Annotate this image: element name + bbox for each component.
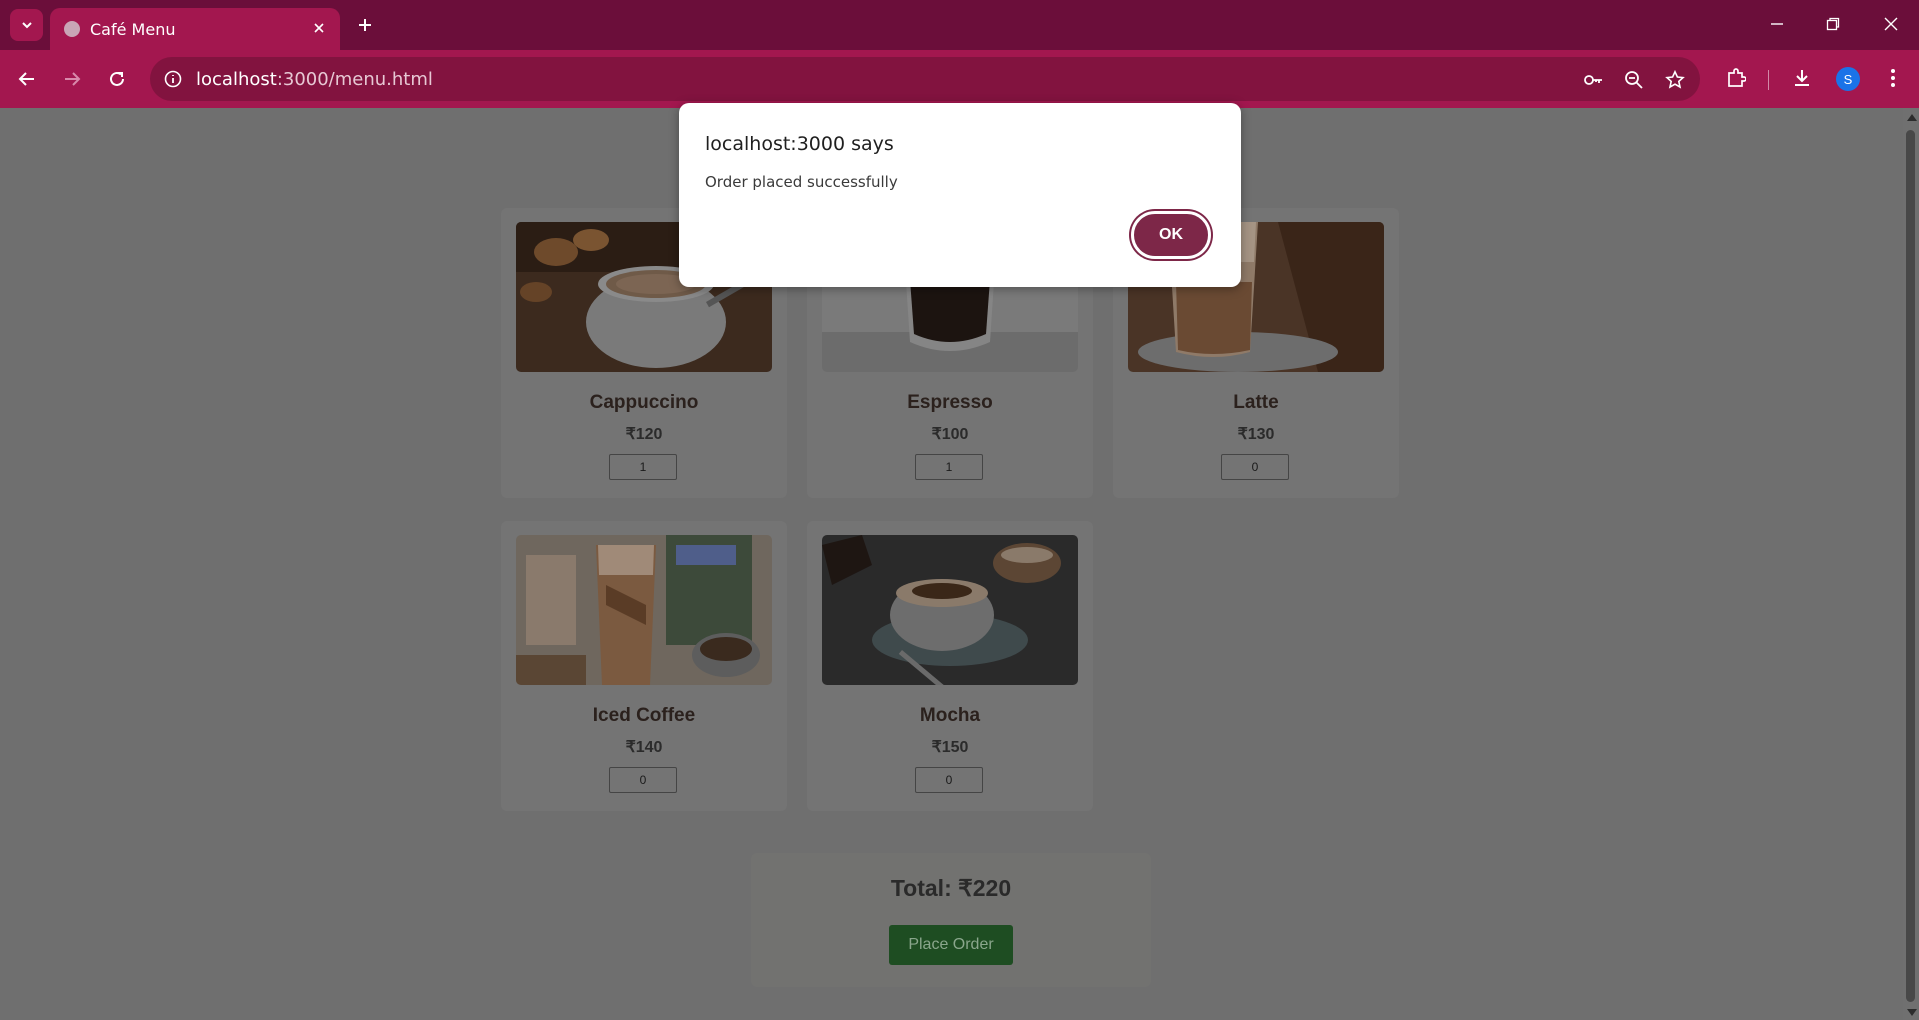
back-button[interactable] (10, 62, 44, 96)
puzzle-icon (1728, 68, 1746, 87)
chevron-down-icon (21, 22, 32, 29)
close-icon (314, 23, 324, 33)
url-path: :3000/menu.html (276, 69, 433, 90)
address-bar[interactable]: localhost:3000/menu.html (150, 57, 1700, 101)
quantity-input[interactable]: 1 (609, 454, 677, 480)
reload-button[interactable] (100, 62, 134, 96)
site-info-button[interactable] (162, 68, 184, 90)
arrow-left-icon (18, 72, 34, 86)
download-icon (1795, 70, 1809, 86)
info-icon (164, 70, 182, 88)
forward-button[interactable] (55, 62, 89, 96)
quantity-input[interactable]: 0 (915, 767, 983, 793)
item-name: Espresso (907, 392, 993, 413)
item-name: Cappuccino (589, 392, 699, 413)
browser-toolbar: localhost:3000/menu.html S (0, 50, 1919, 108)
tab-title: Café Menu (90, 20, 176, 39)
place-order-button[interactable]: Place Order (889, 925, 1013, 965)
item-name: Mocha (919, 705, 981, 726)
item-name: Iced Coffee (592, 705, 696, 726)
alert-dialog: localhost:3000 says Order placed success… (679, 103, 1241, 287)
tab-strip: Café Menu (0, 0, 1919, 50)
profile-avatar[interactable]: S (1836, 67, 1860, 91)
toolbar-separator (1768, 70, 1769, 90)
extensions-button[interactable] (1720, 62, 1752, 94)
close-icon (1884, 17, 1898, 31)
new-tab-button[interactable] (352, 12, 378, 38)
item-price: ₹140 (625, 739, 663, 756)
quantity-input[interactable]: 0 (609, 767, 677, 793)
scroll-down-arrow[interactable] (1907, 1009, 1917, 1016)
item-price: ₹120 (625, 426, 663, 443)
close-window-button[interactable] (1874, 8, 1908, 40)
menu-card-iced-coffee: Iced Coffee ₹140 0 (501, 521, 787, 811)
scroll-up-arrow[interactable] (1907, 114, 1917, 121)
key-icon (1584, 75, 1602, 85)
dialog-title: localhost:3000 says (705, 133, 894, 155)
zoom-button[interactable] (1621, 67, 1647, 93)
tab-close-button[interactable] (308, 17, 330, 39)
ok-button[interactable]: OK (1131, 211, 1211, 259)
reload-icon (110, 71, 124, 86)
bookmark-button[interactable] (1662, 67, 1688, 93)
iced-coffee-image (516, 535, 772, 685)
scroll-thumb[interactable] (1906, 130, 1915, 1002)
password-key-button[interactable] (1580, 67, 1606, 93)
minimize-button[interactable] (1760, 8, 1794, 40)
active-tab[interactable]: Café Menu (50, 8, 340, 50)
plus-icon (359, 19, 371, 31)
restore-button[interactable] (1816, 8, 1850, 40)
globe-icon (64, 21, 80, 37)
mocha-image (822, 535, 1078, 685)
more-vert-icon (1891, 69, 1895, 87)
zoom-out-icon (1625, 71, 1643, 89)
arrow-right-icon (65, 72, 81, 86)
item-name: Latte (1233, 392, 1279, 413)
menu-card-mocha: Mocha ₹150 0 (807, 521, 1093, 811)
order-summary: Total: ₹220 Place Order (751, 853, 1151, 987)
url-host: localhost (196, 69, 277, 90)
item-price: ₹130 (1237, 426, 1275, 443)
quantity-input[interactable]: 1 (915, 454, 983, 480)
page-scrollbar[interactable] (1903, 108, 1919, 1020)
dialog-message: Order placed successfully (705, 173, 898, 191)
minimize-icon (1771, 23, 1783, 25)
downloads-button[interactable] (1786, 62, 1818, 94)
star-icon (1665, 70, 1685, 89)
tab-search-button[interactable] (10, 9, 43, 41)
item-price: ₹100 (931, 426, 969, 443)
browser-menu-button[interactable] (1877, 62, 1909, 94)
url-text: localhost:3000/menu.html (196, 69, 433, 90)
item-price: ₹150 (931, 739, 969, 756)
restore-icon (1826, 17, 1840, 31)
order-total: Total: ₹220 (890, 875, 1012, 901)
quantity-input[interactable]: 0 (1221, 454, 1289, 480)
